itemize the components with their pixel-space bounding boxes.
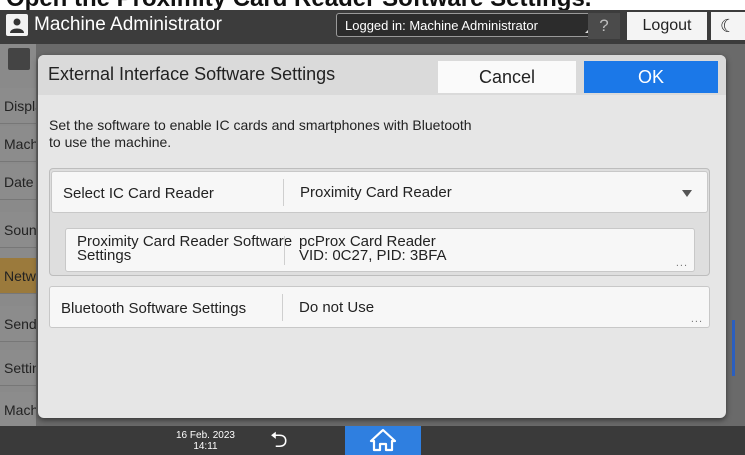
scroll-indicator [732,320,735,376]
select-ic-card-reader-label: Select IC Card Reader [63,185,214,202]
bluetooth-settings-label: Bluetooth Software Settings [61,300,247,317]
row-divider [283,179,284,206]
help-button[interactable]: ? [588,13,620,39]
bluetooth-settings-value: Do not Use [299,299,375,316]
ok-button[interactable]: OK [584,61,718,93]
select-ic-card-reader-row[interactable]: Select IC Card Reader Proximity Card Rea… [51,171,708,213]
row-divider [282,294,283,321]
bottom-bar: 16 Feb. 2023 14:11 ⮌ [0,426,745,455]
row-divider [284,236,285,265]
more-options-icon: ... [690,313,703,325]
proximity-settings-value: pcProx Card Reader VID: 0C27, PID: 3BFA [299,234,447,264]
description-line-1: Set the software to enable IC cards and … [49,117,472,133]
dialog-title: External Interface Software Settings [48,64,336,84]
external-interface-dialog: External Interface Software Settings Can… [38,55,726,418]
sidebar-item-network[interactable]: Network [0,258,36,294]
ic-card-reader-value: Proximity Card Reader [300,184,452,201]
sidebar-item-machine[interactable]: Machine [0,126,36,162]
proximity-settings-label: Proximity Card Reader Software Settings [77,234,292,264]
sidebar-item-settings[interactable]: Settings [0,350,36,386]
home-icon [369,428,397,452]
login-status-text: Logged in: Machine Administrator [345,18,538,33]
more-options-icon: ... [675,257,688,269]
ic-card-reader-group: Select IC Card Reader Proximity Card Rea… [49,168,710,276]
dialog-description: Set the software to enable IC cards and … [49,117,569,151]
dialog-header: External Interface Software Settings Can… [38,55,726,95]
proximity-card-reader-software-settings-row[interactable]: Proximity Card Reader Software Settings … [65,228,695,272]
instruction-text: Open the Proximity Card Reader Software … [6,0,591,10]
cancel-button[interactable]: Cancel [438,61,576,93]
date-text: 16 Feb. 2023 [176,430,235,441]
home-button[interactable] [345,426,421,455]
user-icon [6,14,28,36]
date-time: 16 Feb. 2023 14:11 [176,430,235,452]
user-mode-title: Machine Administrator [34,14,222,35]
logout-button[interactable]: Logout [627,12,707,40]
proximity-value-line-2: VID: 0C27, PID: 3BFA [299,247,447,264]
back-arrow-icon[interactable]: ⮌ [270,429,288,451]
bluetooth-software-settings-row[interactable]: Bluetooth Software Settings Do not Use .… [49,286,710,328]
sidebar-item-sound[interactable]: Sound [0,212,36,248]
proximity-settings-label-line-2: Settings [77,247,132,264]
login-status-box[interactable]: Logged in: Machine Administrator [336,13,596,37]
time-text: 14:11 [193,441,218,452]
sidebar-item-date[interactable]: Date [0,164,36,200]
instruction-caption: Open the Proximity Card Reader Software … [0,0,745,10]
sidebar-item-display[interactable]: Display [0,88,36,124]
description-line-2: to use the machine. [49,134,172,150]
sidebar-item-send[interactable]: Send [0,306,36,342]
chevron-down-icon[interactable] [682,190,692,197]
top-bar: Machine Administrator Logged in: Machine… [0,10,745,44]
gear-icon [8,48,30,70]
moon-icon[interactable]: ☾ [711,12,745,40]
sidebar-item-machine-information[interactable]: Machine Information [0,392,36,428]
background-sidebar: Display Machine Date Sound Network Send … [0,44,36,428]
